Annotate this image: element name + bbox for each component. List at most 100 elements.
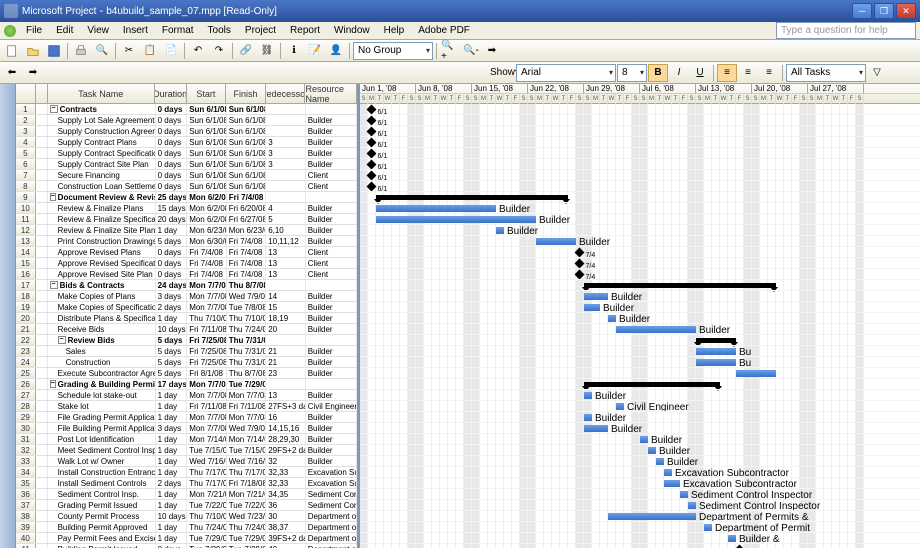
menu-format[interactable]: Format [156, 24, 200, 37]
open-button[interactable] [23, 42, 43, 60]
table-row[interactable]: 41Building Permit Issued0 daysTue 7/29/0… [16, 544, 357, 548]
table-row[interactable]: 30File Building Permit Application3 days… [16, 423, 357, 434]
gantt-chart[interactable]: Jun 1, '08Jun 8, '08Jun 15, '08Jun 22, '… [360, 84, 920, 548]
close-button[interactable]: ✕ [896, 3, 916, 19]
menu-help[interactable]: Help [378, 24, 411, 37]
menu-tools[interactable]: Tools [202, 24, 237, 37]
table-row[interactable]: 21Receive Bids10 daysFri 7/11/08Thu 7/24… [16, 324, 357, 335]
save-button[interactable] [44, 42, 64, 60]
table-row[interactable]: 23Sales5 daysFri 7/25/08Thu 7/31/0821Bui… [16, 346, 357, 357]
table-row[interactable]: 31Post Lot Identification1 dayMon 7/14/0… [16, 434, 357, 445]
link-button[interactable]: 🔗 [236, 42, 256, 60]
table-row[interactable]: 19Make Copies of Specifications2 daysMon… [16, 302, 357, 313]
assign-button[interactable]: 👤 [326, 42, 346, 60]
table-row[interactable]: 29File Grading Permit Application1 dayMo… [16, 412, 357, 423]
underline-button[interactable]: U [690, 64, 710, 82]
align-right-button[interactable]: ≡ [759, 64, 779, 82]
view-bar[interactable] [0, 84, 16, 548]
task-grid[interactable]: Task NameDurationStartFinishPredecessors… [16, 84, 360, 548]
italic-button[interactable]: I [669, 64, 689, 82]
zoom-out-button[interactable]: 🔍- [461, 42, 481, 60]
menu-window[interactable]: Window [328, 24, 376, 37]
show-button[interactable]: Show▾ [495, 64, 515, 82]
menu-adobe-pdf[interactable]: Adobe PDF [412, 24, 476, 37]
col-finish[interactable]: Finish [226, 84, 266, 103]
table-row[interactable]: 33Walk Lot w/ Owner1 dayWed 7/16/08Wed 7… [16, 456, 357, 467]
table-row[interactable]: 16Approve Revised Site Plan0 daysFri 7/4… [16, 269, 357, 280]
copy-button[interactable]: 📋 [140, 42, 160, 60]
bold-button[interactable]: B [648, 64, 668, 82]
help-search[interactable]: Type a question for help [776, 22, 916, 39]
menu-report[interactable]: Report [284, 24, 326, 37]
table-row[interactable]: 11Review & Finalize Specifications20 day… [16, 214, 357, 225]
print-button[interactable] [71, 42, 91, 60]
col-res[interactable]: Resource Name [305, 84, 357, 103]
redo-button[interactable]: ↷ [209, 42, 229, 60]
table-row[interactable]: 12Review & Finalize Site Plan1 dayMon 6/… [16, 225, 357, 236]
notes-button[interactable]: 📝 [305, 42, 325, 60]
table-row[interactable]: 35Install Sediment Controls2 daysThu 7/1… [16, 478, 357, 489]
table-row[interactable]: 17−Bids & Contracts24 daysMon 7/7/08Thu … [16, 280, 357, 291]
table-row[interactable]: 20Distribute Plans & Specifications1 day… [16, 313, 357, 324]
undo-button[interactable]: ↶ [188, 42, 208, 60]
align-left-button[interactable]: ≡ [717, 64, 737, 82]
col-start[interactable]: Start [187, 84, 227, 103]
table-row[interactable]: 24Construction5 daysFri 7/25/08Thu 7/31/… [16, 357, 357, 368]
print-preview-button[interactable]: 🔍 [92, 42, 112, 60]
table-row[interactable]: 4Supply Contract Plans0 daysSun 6/1/08Su… [16, 137, 357, 148]
table-row[interactable]: 22−Review Bids5 daysFri 7/25/08Thu 7/31/… [16, 335, 357, 346]
grid-rows[interactable]: 1−Contracts0 daysSun 6/1/08Sun 6/1/082Su… [16, 104, 357, 548]
table-row[interactable]: 40Pay Permit Fees and Excise Taxes1 dayT… [16, 533, 357, 544]
table-row[interactable]: 8Construction Loan Settlement0 daysSun 6… [16, 181, 357, 192]
menu-project[interactable]: Project [239, 24, 282, 37]
paste-button[interactable]: 📄 [161, 42, 181, 60]
menu-view[interactable]: View [81, 24, 115, 37]
table-row[interactable]: 13Print Construction Drawings5 daysMon 6… [16, 236, 357, 247]
autofilter-button[interactable]: ▽ [867, 64, 887, 82]
menu-insert[interactable]: Insert [117, 24, 154, 37]
font-combo[interactable]: Arial [516, 64, 616, 82]
table-row[interactable]: 28Stake lot1 dayFri 7/11/08Fri 7/11/0827… [16, 401, 357, 412]
indent-button[interactable]: ➡ [23, 64, 43, 82]
info-button[interactable]: ℹ [284, 42, 304, 60]
table-row[interactable]: 36Sediment Control Insp.1 dayMon 7/21/08… [16, 489, 357, 500]
table-row[interactable]: 32Meet Sediment Control Inspector1 dayTu… [16, 445, 357, 456]
table-row[interactable]: 15Approve Revised Specifications0 daysFr… [16, 258, 357, 269]
cut-button[interactable]: ✂ [119, 42, 139, 60]
new-button[interactable] [2, 42, 22, 60]
col-pred[interactable]: Predecessors [266, 84, 306, 103]
table-row[interactable]: 3Supply Construction Agreement0 daysSun … [16, 126, 357, 137]
table-row[interactable]: 39Building Permit Approved1 dayThu 7/24/… [16, 522, 357, 533]
col-task[interactable]: Task Name [48, 84, 155, 103]
group-combo[interactable]: No Group [353, 42, 433, 60]
table-row[interactable]: 7Secure Financing0 daysSun 6/1/08Sun 6/1… [16, 170, 357, 181]
col-id[interactable] [16, 84, 36, 103]
col-dur[interactable]: Duration [155, 84, 187, 103]
table-row[interactable]: 10Review & Finalize Plans15 daysMon 6/2/… [16, 203, 357, 214]
table-row[interactable]: 18Make Copies of Plans3 daysMon 7/7/08We… [16, 291, 357, 302]
table-row[interactable]: 26−Grading & Building Permits17 daysMon … [16, 379, 357, 390]
table-row[interactable]: 1−Contracts0 daysSun 6/1/08Sun 6/1/08 [16, 104, 357, 115]
minimize-button[interactable]: ─ [852, 3, 872, 19]
table-row[interactable]: 6Supply Contract Site Plan0 daysSun 6/1/… [16, 159, 357, 170]
goto-button[interactable]: ➡ [482, 42, 502, 60]
maximize-button[interactable]: ❐ [874, 3, 894, 19]
fontsize-combo[interactable]: 8 [617, 64, 647, 82]
menu-edit[interactable]: Edit [50, 24, 79, 37]
gantt-body[interactable]: 6/16/16/16/16/16/16/16/1BuilderBuilderBu… [360, 104, 920, 548]
table-row[interactable]: 9−Document Review & Revision25 daysMon 6… [16, 192, 357, 203]
table-row[interactable]: 27Schedule lot stake-out1 dayMon 7/7/08M… [16, 390, 357, 401]
outdent-button[interactable]: ⬅ [2, 64, 22, 82]
table-row[interactable]: 38County Permit Process10 daysThu 7/10/0… [16, 511, 357, 522]
filter-combo[interactable]: All Tasks [786, 64, 866, 82]
table-row[interactable]: 14Approve Revised Plans0 daysFri 7/4/08F… [16, 247, 357, 258]
table-row[interactable]: 37Grading Permit Issued1 dayTue 7/22/08T… [16, 500, 357, 511]
table-row[interactable]: 25Execute Subcontractor Agreements5 days… [16, 368, 357, 379]
zoom-in-button[interactable]: 🔍+ [440, 42, 460, 60]
table-row[interactable]: 2Supply Lot Sale Agreement0 daysSun 6/1/… [16, 115, 357, 126]
col-ind[interactable] [36, 84, 48, 103]
table-row[interactable]: 5Supply Contract Specifications0 daysSun… [16, 148, 357, 159]
table-row[interactable]: 34Install Construction Entrance1 dayThu … [16, 467, 357, 478]
unlink-button[interactable]: ⛓ [257, 42, 277, 60]
align-center-button[interactable]: ≡ [738, 64, 758, 82]
